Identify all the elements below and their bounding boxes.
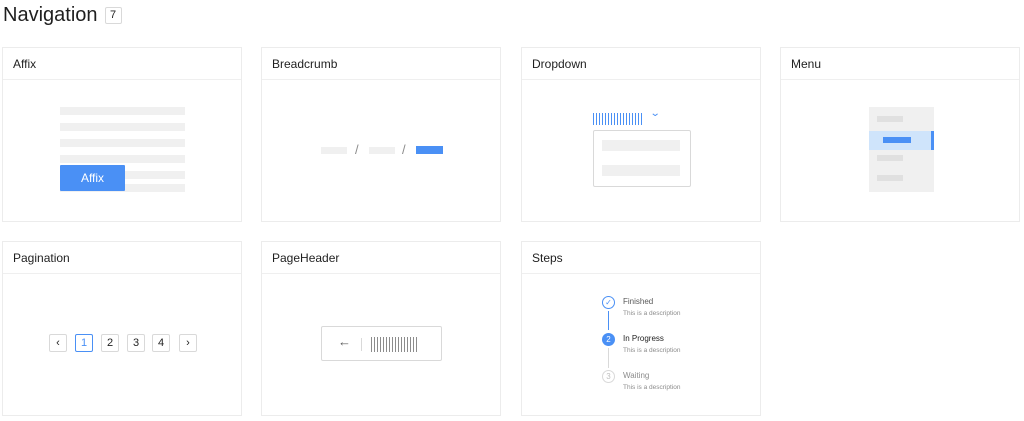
step-connector <box>608 348 609 368</box>
card-breadcrumb[interactable]: Breadcrumb / / <box>261 47 501 222</box>
card-pageheader[interactable]: PageHeader ← <box>261 241 501 416</box>
dropdown-option <box>602 165 680 176</box>
pagination-page-2: 2 <box>101 334 119 352</box>
menu-item-active <box>869 131 934 150</box>
dropdown-trigger <box>593 113 644 125</box>
menu-item <box>877 175 903 181</box>
breadcrumb-current-item <box>416 146 443 154</box>
step-description: This is a description <box>623 384 681 391</box>
page-title: Navigation <box>3 4 98 26</box>
breadcrumb-separator: / <box>402 142 406 157</box>
page-title-row: Navigation 7 <box>3 4 122 26</box>
card-title-steps: Steps <box>522 242 760 274</box>
steps-preview: ✓ Finished This is a description 2 In Pr… <box>522 274 760 415</box>
placeholder-line <box>60 139 185 147</box>
menu-preview <box>781 80 1019 221</box>
placeholder-line <box>60 123 185 131</box>
step-description: This is a description <box>623 310 681 317</box>
step-title: Finished <box>623 297 654 306</box>
pagination-page-4: 4 <box>152 334 170 352</box>
card-title-breadcrumb: Breadcrumb <box>262 48 500 80</box>
card-menu[interactable]: Menu <box>780 47 1020 222</box>
step-title: Waiting <box>623 371 650 380</box>
breadcrumb-item <box>369 147 395 154</box>
card-affix[interactable]: Affix Affix <box>2 47 242 222</box>
affix-preview: Affix <box>3 80 241 221</box>
page-header-title <box>371 337 417 352</box>
card-pagination[interactable]: Pagination ‹ 1 2 3 4 › <box>2 241 242 416</box>
menu-panel <box>869 107 934 192</box>
back-arrow-icon: ← <box>338 334 351 349</box>
page-header-divider <box>361 338 362 351</box>
card-title-dropdown: Dropdown <box>522 48 760 80</box>
step-connector <box>608 311 609 330</box>
card-title-pagination: Pagination <box>3 242 241 274</box>
pagination-preview: ‹ 1 2 3 4 › <box>3 274 241 415</box>
step-description: This is a description <box>623 347 681 354</box>
pagination-prev-icon: ‹ <box>49 334 67 352</box>
card-dropdown[interactable]: Dropdown ⌄ <box>521 47 761 222</box>
card-steps[interactable]: Steps ✓ Finished This is a description 2… <box>521 241 761 416</box>
pagination-next-icon: › <box>179 334 197 352</box>
menu-item-label <box>883 137 911 143</box>
dropdown-preview: ⌄ <box>522 80 760 221</box>
dropdown-option <box>602 140 680 151</box>
step-number-icon: 3 <box>602 370 615 383</box>
step-number-icon: 2 <box>602 333 615 346</box>
pagination-page-1: 1 <box>75 334 93 352</box>
placeholder-line <box>60 107 185 115</box>
placeholder-line <box>60 155 185 163</box>
card-title-menu: Menu <box>781 48 1019 80</box>
breadcrumb-preview: / / <box>262 80 500 221</box>
breadcrumb-item <box>321 147 347 154</box>
menu-item <box>877 155 903 161</box>
step-title: In Progress <box>623 334 664 343</box>
chevron-down-icon: ⌄ <box>649 108 661 119</box>
breadcrumb-separator: / <box>355 142 359 157</box>
menu-item <box>877 116 903 122</box>
dropdown-panel <box>593 130 691 187</box>
pagination-page-3: 3 <box>127 334 145 352</box>
component-count-badge: 7 <box>104 6 122 24</box>
page-header-box: ← <box>321 326 442 361</box>
affix-button[interactable]: Affix <box>60 165 125 191</box>
menu-active-indicator <box>931 131 934 150</box>
card-title-pageheader: PageHeader <box>262 242 500 274</box>
check-icon: ✓ <box>602 296 615 309</box>
card-title-affix: Affix <box>3 48 241 80</box>
pageheader-preview: ← <box>262 274 500 415</box>
